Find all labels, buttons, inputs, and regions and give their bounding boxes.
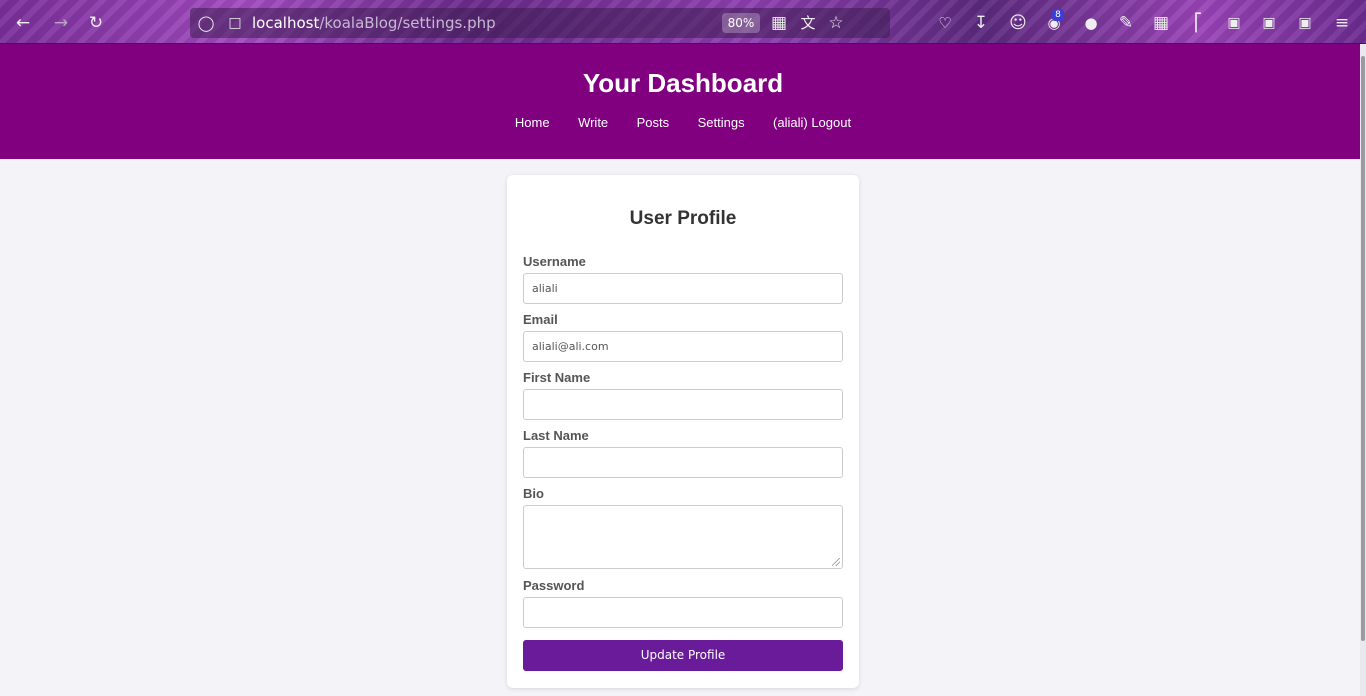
- first-name-label: First Name: [523, 370, 591, 385]
- bracket-extension-icon[interactable]: ⎡: [1187, 12, 1209, 34]
- email-label: Email: [523, 312, 558, 327]
- translate-icon[interactable]: 文: [797, 12, 819, 34]
- browser-toolbar: ← → ↻ ◯ □ localhost/koalaBlog/settings.p…: [0, 0, 1366, 44]
- username-input[interactable]: aliali: [523, 273, 843, 304]
- scrollbar-thumb[interactable]: [1361, 56, 1365, 641]
- bookmark-star-icon[interactable]: ☆: [825, 12, 847, 34]
- page-title: Your Dashboard: [582, 68, 784, 98]
- nav-posts[interactable]: Posts: [637, 115, 670, 130]
- back-icon[interactable]: ←: [12, 12, 34, 34]
- forward-icon[interactable]: →: [50, 12, 72, 34]
- page-icon[interactable]: □: [224, 12, 246, 34]
- url-text[interactable]: localhost/koalaBlog/settings.php: [252, 14, 496, 32]
- update-profile-button[interactable]: Update Profile: [523, 640, 843, 671]
- zoom-level[interactable]: 80%: [722, 13, 760, 33]
- bio-textarea[interactable]: [523, 505, 843, 569]
- account-icon[interactable]: ☺: [1007, 12, 1029, 34]
- adblock-icon[interactable]: ●: [1080, 12, 1102, 34]
- fi-extension-icon[interactable]: ▣: [1258, 12, 1280, 34]
- nav-settings[interactable]: Settings: [698, 115, 745, 130]
- shield-icon[interactable]: ◯: [195, 12, 217, 34]
- profile-title: User Profile: [629, 208, 737, 229]
- nav-home[interactable]: Home: [515, 115, 550, 130]
- extension-badge: 8: [1052, 9, 1064, 21]
- translate-extension-icon[interactable]: ▣: [1294, 12, 1316, 34]
- first-name-input[interactable]: [523, 389, 843, 420]
- last-name-input[interactable]: [523, 447, 843, 478]
- page-scrollbar[interactable]: [1360, 44, 1366, 696]
- extensions-puzzle-icon[interactable]: ✎: [1115, 12, 1137, 34]
- email-input[interactable]: aliali@ali.com: [523, 331, 843, 362]
- pocket-icon[interactable]: ♡: [934, 12, 956, 34]
- reload-icon[interactable]: ↻: [85, 12, 107, 34]
- password-input[interactable]: [523, 597, 843, 628]
- download-icon[interactable]: ↧: [970, 12, 992, 34]
- site-header: Your Dashboard Home Write Posts Settings…: [0, 44, 1366, 159]
- main-nav: Home Write Posts Settings (aliali) Logou…: [0, 114, 1366, 132]
- password-label: Password: [523, 578, 585, 593]
- menu-icon[interactable]: ≡: [1331, 12, 1353, 34]
- last-name-label: Last Name: [523, 428, 589, 443]
- p-extension-icon[interactable]: ▣: [1223, 12, 1245, 34]
- bio-label: Bio: [523, 486, 544, 501]
- nav-logout[interactable]: (aliali) Logout: [773, 115, 851, 130]
- profile-card: User Profile Username aliali Email alial…: [507, 175, 859, 688]
- grid-extension-icon[interactable]: ▦: [1150, 12, 1172, 34]
- apps-icon[interactable]: ▦: [768, 12, 790, 34]
- resize-grip-icon[interactable]: [832, 558, 840, 566]
- username-label: Username: [523, 254, 586, 269]
- nav-write[interactable]: Write: [578, 115, 608, 130]
